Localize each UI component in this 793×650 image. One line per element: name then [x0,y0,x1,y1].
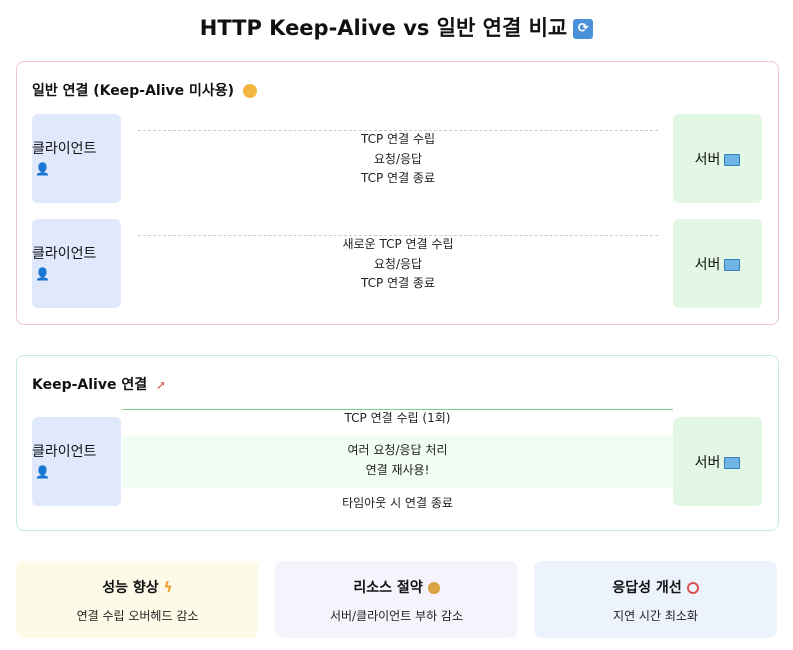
reuse-message-stack: 여러 요청/응답 처리 연결 재사용! [122,441,673,480]
computer-icon [724,456,741,469]
server-label: 서버 [694,256,721,273]
benefit-card-responsiveness: 응답성 개선 지연 시간 최소화 [534,561,777,638]
card-title: 성능 향상 ϟ [16,577,259,597]
lightning-icon: ϟ [163,580,173,596]
server-box: 서버 [673,417,762,506]
keepalive-section-title: Keep-Alive 연결 ➚ [32,374,170,394]
message-tcp-close: TCP 연결 종료 [360,171,436,185]
benefit-card-resources: 리소스 절약 서버/클라이언트 부하 감소 [275,561,518,638]
refresh-icon: ⟳ [573,19,594,39]
card-title: 리소스 절약 [275,577,518,597]
card-description: 지연 시간 최소화 [613,609,698,623]
server-label-wrap: 서버 [673,254,762,274]
server-label: 서버 [694,454,721,471]
target-icon [686,582,699,594]
client-label: 클라이언트 [32,444,97,460]
message-tcp-open: TCP 연결 수립 [360,132,436,146]
money-bag-icon [427,582,440,594]
client-box: 클라이언트 👤 [32,219,121,308]
server-box: 서버 [673,219,762,308]
server-box: 서버 [673,114,762,203]
message-multiple-requests: 여러 요청/응답 처리 [347,443,448,457]
client-label: 클라이언트 [32,141,97,157]
card-description: 서버/클라이언트 부하 감소 [329,609,464,623]
computer-icon [724,258,741,271]
normal-section-title: 일반 연결 (Keep-Alive 미사용) [32,80,257,100]
keepalive-section-title-text: Keep-Alive 연결 [32,377,148,393]
server-label: 서버 [694,151,721,168]
keepalive-section: Keep-Alive 연결 ➚ TCP 연결 수립 (1회) 여러 요청/응답 … [16,355,779,531]
message-tcp-close: TCP 연결 종료 [360,276,436,290]
tired-face-icon [242,84,257,98]
person-icon: 👤 [35,465,50,479]
client-box: 클라이언트 👤 [32,114,121,203]
card-description: 연결 수립 오버헤드 감소 [76,609,199,623]
card-title-text: 응답성 개선 [612,580,682,596]
page-title-text: HTTP Keep-Alive vs 일반 연결 비교 [199,16,568,40]
client-box: 클라이언트 👤 [32,417,121,506]
message-request-response: 요청/응답 [373,256,423,271]
message-stack: TCP 연결 수립 요청/응답 TCP 연결 종료 [138,130,658,189]
computer-icon [724,153,741,166]
message-timeout-close: 타임아웃 시 연결 종료 [342,496,453,510]
server-label-wrap: 서버 [673,452,762,472]
card-title-text: 리소스 절약 [353,580,423,596]
page-title: HTTP Keep-Alive vs 일반 연결 비교 ⟳ [0,12,793,42]
rocket-icon: ➚ [156,378,167,392]
message-tcp-open-new: 새로운 TCP 연결 수립 [342,237,454,251]
message-reuse: 연결 재사용! [365,462,430,477]
person-icon: 👤 [35,267,50,281]
message-request-response: 요청/응답 [373,151,423,166]
message-tcp-open-once: TCP 연결 수립 (1회) [344,411,451,425]
card-title-text: 성능 향상 [102,580,159,596]
card-title: 응답성 개선 [534,577,777,597]
benefit-card-performance: 성능 향상 ϟ 연결 수립 오버헤드 감소 [16,561,259,638]
server-label-wrap: 서버 [673,149,762,169]
client-label: 클라이언트 [32,246,97,262]
message-stack: 새로운 TCP 연결 수립 요청/응답 TCP 연결 종료 [138,235,658,294]
normal-connection-section: 일반 연결 (Keep-Alive 미사용) 클라이언트 👤 TCP 연결 수립… [16,61,779,325]
person-icon: 👤 [35,162,50,176]
normal-section-title-text: 일반 연결 (Keep-Alive 미사용) [32,83,235,99]
